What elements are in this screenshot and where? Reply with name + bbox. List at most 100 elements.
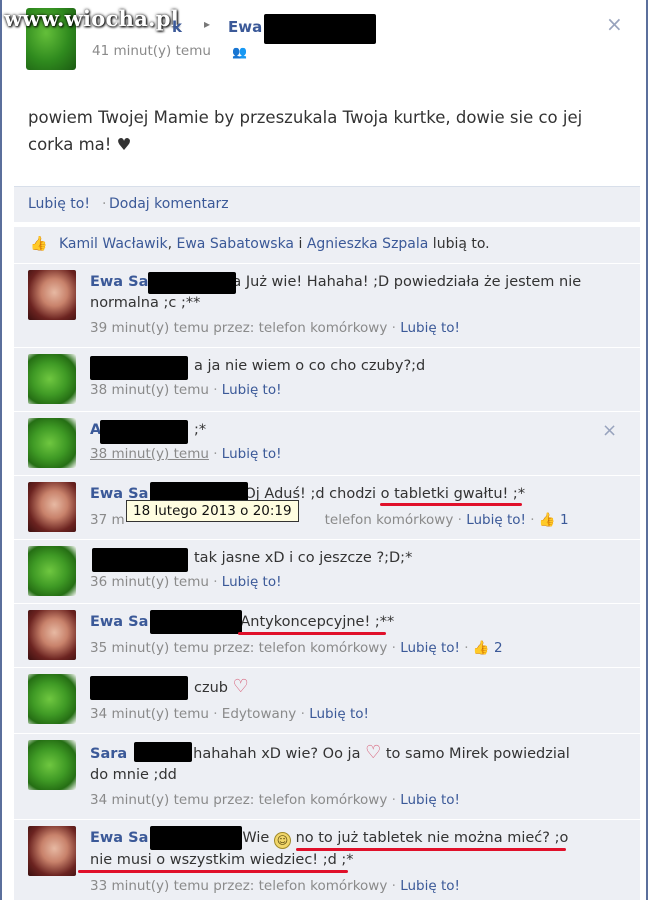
target-name[interactable]: Ewa [228, 18, 262, 36]
commenter-avatar[interactable] [28, 610, 76, 660]
likes-summary: 👍 Kamil Wacławik, Ewa Sabatowska i Agnie… [14, 227, 640, 263]
redaction-block [90, 356, 188, 380]
red-annotation-underline [380, 503, 522, 506]
comment-like-link[interactable]: Lubię to! [309, 706, 369, 722]
comment-text: to samo Mirek powiedzial [385, 746, 570, 762]
comment-item: czub ♡ 34 minut(y) temu · Edytowany · Lu… [14, 667, 640, 733]
comment-item: A ;* × 38 minut(y) temu · Lubię to! [14, 411, 640, 475]
comment-timestamp[interactable]: 39 minut(y) temu przez: telefon komórkow… [90, 320, 387, 336]
comment-text: ;* [194, 422, 207, 438]
comment-like-link[interactable]: Lubię to! [400, 878, 460, 894]
comment-text: hahahah xD wie? Oo ja [193, 746, 361, 762]
comment-like-link[interactable]: Lubię to! [222, 446, 282, 462]
comment-like-link[interactable]: Lubię to! [222, 574, 282, 590]
post-body-text: powiem Twojej Mamie by przeszukala Twoja… [28, 108, 583, 154]
close-icon[interactable]: × [606, 14, 623, 34]
comment-item: tak jasne xD i co jeszcze ?;D;* 36 minut… [14, 539, 640, 603]
post-timestamp[interactable]: 41 minut(y) temu [92, 43, 211, 59]
liker-link[interactable]: Agnieszka Szpala [307, 236, 429, 252]
comment-like-link[interactable]: Lubię to! [222, 382, 282, 398]
liker-link[interactable]: Ewa Sabatowska [177, 236, 295, 252]
comment-timestamp[interactable]: 34 minut(y) temu [90, 706, 209, 722]
redaction-block [92, 548, 188, 572]
comment-text: normalna ;c ;** [90, 295, 201, 311]
comment-line: Ewa Sa Antykoncepcyjne! ;** [90, 612, 394, 633]
comment-text: a Już wie! Hahaha! ;D powiedziała że jes… [232, 274, 582, 290]
thumbs-up-icon[interactable]: 👍 [473, 640, 490, 656]
comment-like-link[interactable]: Lubię to! [466, 512, 526, 528]
comment-timestamp[interactable]: 34 minut(y) temu przez: telefon komórkow… [90, 792, 387, 808]
post-actions-bar: Lubię to! · Dodaj komentarz [14, 186, 640, 222]
comment-item: a ja nie wiem o co cho czuby?;d 38 minut… [14, 347, 640, 411]
edited-label: Edytowany [221, 706, 297, 722]
comment-timestamp[interactable]: 38 minut(y) temu [90, 446, 209, 462]
comment-text: do mnie ;dd [90, 767, 177, 783]
comment-like-count[interactable]: 2 [494, 640, 503, 656]
arrow-right-icon: ▸ [204, 17, 211, 31]
comment-meta: 34 minut(y) temu przez: telefon komórkow… [90, 792, 460, 808]
smiley-icon: ☺ [273, 832, 291, 849]
heart-icon: ♡ [365, 742, 382, 763]
comment-like-link[interactable]: Lubię to! [400, 792, 460, 808]
redaction-block [150, 826, 242, 850]
commenter-avatar[interactable] [28, 354, 76, 404]
comment-line: czub ♡ [194, 676, 249, 699]
likes-text: Kamil Wacławik, Ewa Sabatowska i Agniesz… [59, 236, 490, 252]
comment-meta: 36 minut(y) temu · Lubię to! [90, 574, 282, 590]
commenter-name[interactable]: Ewa Sa [90, 830, 148, 846]
comment-text: czub [194, 680, 228, 696]
commenter-avatar[interactable] [28, 826, 76, 876]
comment-meta: 38 minut(y) temu · Lubię to! [90, 382, 282, 398]
redaction-block [90, 676, 188, 700]
comment-timestamp[interactable]: 37 m [90, 512, 125, 528]
comment-timestamp[interactable]: 36 minut(y) temu [90, 574, 209, 590]
comment-like-link[interactable]: Lubię to! [400, 320, 460, 336]
comment-text: no to już tabletek nie można mieć? ;o [295, 830, 569, 846]
redaction-block [134, 742, 192, 762]
comment-item: Ewa Sa a Już wie! Hahaha! ;D powiedziała … [14, 263, 640, 347]
comment-item: Ewa Sa Oj Aduś! ;d chodzi o tabletki gwał… [14, 475, 640, 539]
comment-timestamp[interactable]: 35 minut(y) temu przez: telefon komórkow… [90, 640, 387, 656]
poster-name-suffix[interactable]: k [172, 18, 182, 36]
comment-meta: 35 minut(y) temu przez: telefon komórkow… [90, 640, 503, 656]
comment-item: Ewa Sa Antykoncepcyjne! ;** 35 minut(y) t… [14, 603, 640, 667]
add-comment-link[interactable]: Dodaj komentarz [109, 196, 229, 212]
thumbs-up-icon: 👍 [30, 236, 48, 252]
separator-dot: · [102, 196, 107, 212]
comment-meta: 38 minut(y) temu · Lubię to! [90, 446, 282, 462]
comment-text: nie musi o wszystkim wiedziec! ;d ;* [90, 852, 354, 868]
red-annotation-underline [78, 870, 348, 873]
comment-item: Sara hahahah xD wie? Oo ja ♡ to samo Mire… [14, 733, 640, 819]
comment-like-link[interactable]: Lubię to! [400, 640, 460, 656]
comment-timestamp[interactable]: 38 minut(y) temu [90, 382, 209, 398]
commenter-avatar[interactable] [28, 674, 76, 724]
commenter-avatar[interactable] [28, 482, 76, 532]
delete-comment-icon[interactable]: × [602, 422, 617, 440]
commenter-avatar[interactable] [28, 418, 76, 468]
red-annotation-underline [238, 632, 386, 635]
commenter-avatar[interactable] [28, 546, 76, 596]
commenter-name[interactable]: Ewa Sa [90, 614, 148, 630]
commenter-avatar[interactable] [28, 270, 76, 320]
comment-text: Antykoncepcyjne! ;** [240, 614, 395, 630]
liker-link[interactable]: Kamil Wacławik [59, 236, 168, 252]
comment-meta: 34 minut(y) temu · Edytowany · Lubię to! [90, 706, 369, 722]
facebook-post-frame: www.wiocha.pl k ▸ Ewa 41 minut(y) temu 👥… [0, 0, 648, 900]
commenter-name[interactable]: Ewa Sa [90, 274, 148, 290]
like-post-link[interactable]: Lubię to! [28, 196, 90, 212]
redaction-block [148, 272, 236, 294]
audience-icon[interactable]: 👥 [232, 45, 247, 59]
comment-like-count[interactable]: 1 [560, 512, 569, 528]
heart-icon: ♡ [232, 676, 249, 697]
commenter-name[interactable]: Sara [90, 746, 127, 762]
redaction-block [100, 420, 188, 444]
site-watermark: www.wiocha.pl [4, 6, 180, 31]
commenter-avatar[interactable] [28, 740, 76, 790]
comment-text: tak jasne xD i co jeszcze ?;D;* [194, 550, 413, 566]
comment-timestamp[interactable]: 33 minut(y) temu przez: telefon komórkow… [90, 878, 387, 894]
thumbs-up-icon[interactable]: 👍 [539, 512, 556, 528]
redaction-block [150, 610, 242, 634]
comment-text: Wie [242, 830, 270, 846]
comment-item: Ewa Sa Wie ☺ no to już tabletek nie można… [14, 819, 640, 900]
timestamp-tooltip: 18 lutego 2013 o 20:19 [126, 500, 299, 522]
